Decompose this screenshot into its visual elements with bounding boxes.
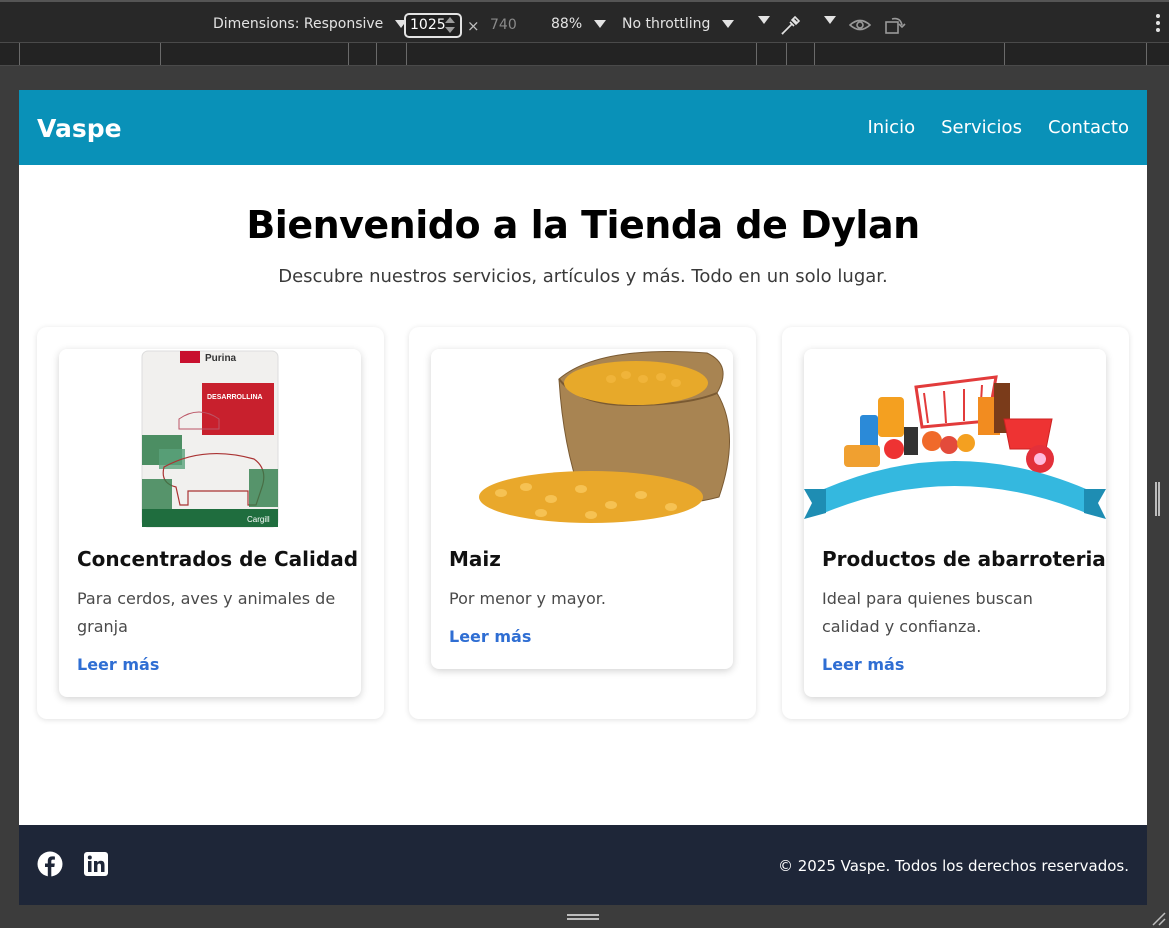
facebook-icon[interactable] xyxy=(37,851,63,877)
resize-handle-right[interactable] xyxy=(1155,482,1160,516)
linkedin-icon[interactable] xyxy=(83,851,109,877)
throttling-dropdown[interactable]: No throttling xyxy=(622,16,735,32)
chevron-down-icon xyxy=(722,20,735,28)
times-icon: × xyxy=(467,17,480,35)
height-input[interactable]: 740 xyxy=(490,17,517,33)
throttling-label: No throttling xyxy=(622,16,711,32)
kebab-menu-icon[interactable] xyxy=(1156,14,1160,34)
spin-up-icon[interactable] xyxy=(445,17,455,23)
hero-subtitle: Descubre nuestros servicios, artículos y… xyxy=(278,266,888,287)
corn-sack-image xyxy=(431,349,733,529)
feed-bag-image: Purina DESARROLLINA Cargill xyxy=(59,349,361,529)
card-title: Productos de abarroteria xyxy=(822,547,1106,571)
media-query-ruler xyxy=(0,42,1169,66)
read-more-link[interactable]: Leer más xyxy=(449,627,531,646)
card-title: Maiz xyxy=(449,547,501,571)
hero-title: Bienvenido a la Tienda de Dylan xyxy=(246,203,920,247)
copyright-text: © 2025 Vaspe. Todos los derechos reserva… xyxy=(777,857,1129,875)
width-spinner[interactable] xyxy=(444,15,456,35)
devtools-toolbar: Dimensions: Responsive 1025 × 740 88% No… xyxy=(0,0,1169,42)
card-maiz: Maiz Por menor y mayor. Leer más xyxy=(431,349,733,669)
card-concentrados: Purina DESARROLLINA Cargill Concentrados… xyxy=(59,349,361,697)
rotate-icon[interactable] xyxy=(884,15,906,35)
card-title: Concentrados de Calidad xyxy=(77,547,359,571)
groceries-image xyxy=(804,349,1106,529)
card-text: Por menor y mayor. xyxy=(449,589,606,608)
zoom-label: 88% xyxy=(551,16,583,32)
chevron-down-icon xyxy=(594,20,607,28)
dimensions-label: Dimensions: Responsive xyxy=(213,16,384,32)
page-viewport: Vaspe Inicio Servicios Contacto Bienveni… xyxy=(19,90,1147,905)
eye-icon[interactable] xyxy=(848,16,872,34)
read-more-link[interactable]: Leer más xyxy=(77,655,159,674)
card-wrapper: Purina DESARROLLINA Cargill Concentrados… xyxy=(37,327,384,719)
spin-down-icon[interactable] xyxy=(445,27,455,33)
bag-brand: Purina xyxy=(205,353,237,364)
nav-link-servicios[interactable]: Servicios xyxy=(941,117,1022,138)
card-abarroteria: Productos de abarroteria Ideal para quie… xyxy=(804,349,1106,697)
site-footer: © 2025 Vaspe. Todos los derechos reserva… xyxy=(19,825,1147,905)
card-text: Ideal para quienes buscan calidad y conf… xyxy=(822,589,1033,636)
site-header: Vaspe Inicio Servicios Contacto xyxy=(19,90,1147,165)
read-more-link[interactable]: Leer más xyxy=(822,655,904,674)
resize-handle-bottom[interactable] xyxy=(567,914,599,920)
chevron-down-icon xyxy=(758,16,770,24)
bag-maker: Cargill xyxy=(247,515,270,524)
save-data-dropdown[interactable] xyxy=(752,16,770,24)
dimensions-dropdown[interactable]: Dimensions: Responsive xyxy=(213,16,408,32)
social-links xyxy=(37,851,109,877)
eyedropper-icon[interactable] xyxy=(780,14,802,36)
card-text: Para cerdos, aves y animales de granja xyxy=(77,589,336,636)
resize-corner-icon[interactable] xyxy=(1150,910,1166,926)
brand-logo[interactable]: Vaspe xyxy=(37,114,122,143)
more-dropdown[interactable] xyxy=(818,16,836,24)
zoom-dropdown[interactable]: 88% xyxy=(551,16,607,32)
bag-product: DESARROLLINA xyxy=(207,394,263,401)
card-wrapper: Maiz Por menor y mayor. Leer más xyxy=(409,327,756,719)
chevron-down-icon xyxy=(824,16,836,24)
main-nav: Inicio Servicios Contacto xyxy=(867,117,1129,138)
nav-link-contacto[interactable]: Contacto xyxy=(1048,117,1129,138)
card-wrapper: Productos de abarroteria Ideal para quie… xyxy=(782,327,1129,719)
nav-link-inicio[interactable]: Inicio xyxy=(867,117,915,138)
